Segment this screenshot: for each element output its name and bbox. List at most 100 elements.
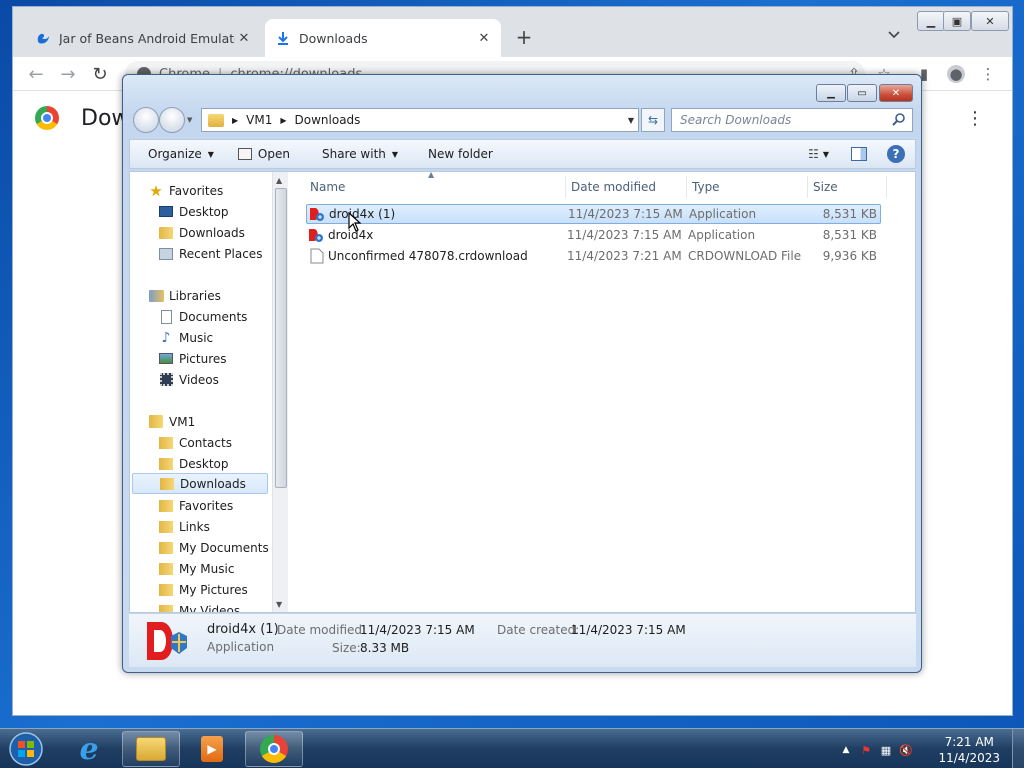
file-row-droid4x-1[interactable]: droid4x (1) 11/4/2023 7:15 AM Applicatio…: [306, 204, 881, 224]
nav-vm1-my-documents[interactable]: My Documents: [158, 537, 288, 558]
nav-favorites-recent-places[interactable]: Recent Places: [158, 243, 288, 264]
back-arrow-icon[interactable]: ←: [25, 63, 47, 85]
star-icon: ★: [149, 181, 163, 200]
nav-vm1-favorites[interactable]: Favorites: [158, 495, 288, 516]
chrome-icon: [260, 735, 288, 763]
nav-vm1-my-videos[interactable]: My Videos: [158, 600, 288, 612]
view-controls: ☷ ▼ ?: [804, 140, 915, 168]
page-menu-kebab-icon[interactable]: ⋮: [966, 108, 984, 129]
file-row-unconfirmed-crdownload[interactable]: Unconfirmed 478078.crdownload 11/4/2023 …: [306, 246, 881, 266]
explorer-window: ▁ ▭ ✕ ▼ ▶ VM1 ▶ Downloads ▼ ⇆ Search Dow…: [122, 74, 922, 673]
forward-arrow-icon[interactable]: →: [57, 63, 79, 85]
change-view-icon[interactable]: ☷: [804, 147, 823, 161]
tab-search-chevron-icon[interactable]: [887, 27, 903, 43]
close-button[interactable]: ✕: [971, 11, 1009, 31]
nav-buttons: ▼: [131, 107, 192, 133]
nav-libraries-documents[interactable]: Documents: [158, 306, 288, 327]
network-icon[interactable]: ▦: [878, 742, 894, 758]
open-button[interactable]: Open: [226, 140, 302, 168]
recent-pages-chevron-icon[interactable]: ▼: [187, 116, 192, 124]
details-date-created-label: Date created:: [497, 623, 580, 637]
taskbar-chrome[interactable]: [245, 731, 303, 767]
nav-libraries-pictures[interactable]: Pictures: [158, 348, 288, 369]
new-folder-button[interactable]: New folder: [410, 140, 505, 168]
organize-button[interactable]: Organize ▼: [130, 140, 226, 168]
downloads-folder-icon: [158, 225, 174, 241]
organize-label: Organize: [148, 147, 202, 161]
explorer-maximize-button[interactable]: ▭: [847, 84, 877, 102]
column-header-size[interactable]: Size: [809, 176, 887, 198]
nav-vm1-contacts[interactable]: Contacts: [158, 432, 288, 453]
maximize-button[interactable]: ▣: [943, 11, 971, 31]
forward-button[interactable]: [159, 107, 185, 133]
help-icon[interactable]: ?: [887, 145, 905, 163]
file-size: 9,936 KB: [822, 249, 877, 263]
column-header-name[interactable]: Name: [306, 176, 566, 198]
volume-muted-icon[interactable]: 🔇: [898, 742, 914, 758]
taskbar-internet-explorer[interactable]: e: [60, 731, 118, 767]
open-label: Open: [257, 147, 290, 161]
details-pane: droid4x (1) Application Date modified: 1…: [129, 613, 916, 667]
clock[interactable]: 7:21 AM 11/4/2023: [938, 734, 1000, 766]
nav-vm1-links[interactable]: Links: [158, 516, 288, 537]
explorer-minimize-button[interactable]: ▁: [816, 84, 846, 102]
share-with-button[interactable]: Share with ▼: [302, 140, 410, 168]
explorer-address-bar[interactable]: ▶ VM1 ▶ Downloads ▼: [201, 108, 639, 132]
nav-libraries-music[interactable]: ♪ Music: [158, 327, 288, 348]
breadcrumb-downloads[interactable]: Downloads: [295, 113, 361, 127]
droid4x-icon: [309, 206, 325, 225]
tab-downloads[interactable]: Downloads ✕: [265, 19, 501, 57]
reload-icon[interactable]: ↻: [89, 63, 111, 85]
scroll-up-arrow-icon[interactable]: ▲: [276, 176, 282, 185]
file-name: Unconfirmed 478078.crdownload: [328, 249, 528, 263]
view-chevron-down-icon[interactable]: ▼: [823, 150, 851, 159]
breadcrumb-arrow-icon[interactable]: ▶: [280, 116, 286, 125]
address-dropdown-icon[interactable]: ▼: [628, 116, 634, 125]
refresh-icon[interactable]: ⇆: [641, 108, 665, 132]
tab-close-icon[interactable]: ✕: [475, 31, 493, 46]
search-icon[interactable]: [892, 112, 908, 128]
nav-vm1[interactable]: VM1: [148, 411, 288, 432]
internet-explorer-icon: e: [79, 731, 99, 767]
nav-vm1-downloads[interactable]: Downloads: [132, 473, 268, 494]
menu-kebab-icon[interactable]: ⋮: [979, 65, 997, 83]
breadcrumb-vm1[interactable]: VM1: [246, 113, 272, 127]
scroll-down-arrow-icon[interactable]: ▼: [276, 600, 282, 609]
details-date-modified-label: Date modified:: [277, 623, 367, 637]
nav-libraries-videos[interactable]: Videos: [158, 369, 288, 390]
details-file-kind: Application: [207, 640, 275, 654]
scroll-thumb[interactable]: [275, 188, 287, 488]
nav-scrollbar[interactable]: ▲ ▼: [272, 172, 288, 612]
tab-label: Jar of Beans Android Emulator Dow: [59, 30, 235, 46]
back-button[interactable]: [133, 107, 159, 133]
new-folder-label: New folder: [428, 147, 493, 161]
nav-vm1-my-music[interactable]: My Music: [158, 558, 288, 579]
column-header-type[interactable]: Type: [688, 176, 808, 198]
file-row-droid4x[interactable]: droid4x 11/4/2023 7:15 AM Application 8,…: [306, 225, 881, 245]
new-tab-button[interactable]: +: [513, 25, 535, 49]
file-date: 11/4/2023 7:15 AM: [568, 207, 683, 221]
command-bar: Organize ▼ Open Share with ▼ New folder ☷ …: [129, 139, 916, 169]
explorer-close-button[interactable]: ✕: [879, 84, 913, 102]
nav-vm1-desktop[interactable]: Desktop: [158, 453, 288, 474]
action-center-flag-icon[interactable]: ⚑: [858, 742, 874, 758]
nav-libraries[interactable]: Libraries: [148, 285, 288, 306]
show-hidden-icons-chevron-icon[interactable]: ▲: [838, 742, 854, 758]
search-input[interactable]: Search Downloads: [671, 108, 913, 132]
breadcrumb-arrow-icon[interactable]: ▶: [232, 116, 238, 125]
tab-jar-of-beans[interactable]: Jar of Beans Android Emulator Dow ✕: [25, 19, 261, 57]
nav-vm1-my-pictures[interactable]: My Pictures: [158, 579, 288, 600]
taskbar-windows-explorer[interactable]: [122, 731, 180, 767]
preview-pane-icon[interactable]: [851, 147, 867, 161]
show-desktop-button[interactable]: [1012, 729, 1024, 768]
profile-avatar-icon[interactable]: ●: [947, 65, 965, 83]
nav-favorites-downloads[interactable]: Downloads: [158, 222, 288, 243]
nav-favorites-desktop[interactable]: Desktop: [158, 201, 288, 222]
minimize-button[interactable]: ▁: [917, 11, 945, 31]
start-orb-icon[interactable]: [6, 730, 46, 768]
nav-favorites[interactable]: ★ Favorites: [148, 180, 288, 201]
tab-close-icon[interactable]: ✕: [235, 31, 253, 46]
column-header-date-modified[interactable]: Date modified: [567, 176, 687, 198]
taskbar-media-player[interactable]: ▶: [183, 731, 241, 767]
nav-label: Favorites: [179, 498, 234, 513]
